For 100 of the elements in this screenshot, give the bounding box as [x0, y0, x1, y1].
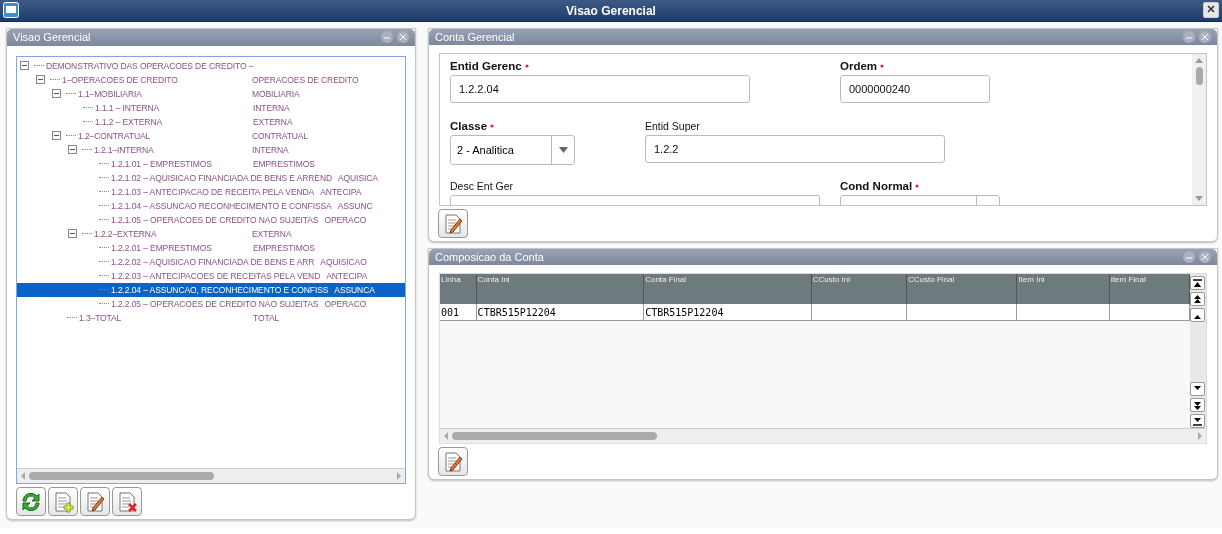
down-arrow-icon [1193, 416, 1202, 426]
panel-title: Composicao da Conta [435, 251, 545, 264]
collapse-icon[interactable] [20, 61, 29, 71]
column-header[interactable]: Item Final [1109, 274, 1190, 305]
window-title: Visao Gerencial [566, 3, 656, 18]
field-label: Classe [450, 120, 495, 133]
field-label: Ordem [840, 60, 885, 73]
tree-node-description: EMPRESTIMOS [253, 242, 315, 253]
required-mark-icon [915, 184, 920, 189]
tree-node-description: OPERACO [324, 298, 367, 309]
tree-node-label[interactable]: DEMONSTRATIVO DAS OPERACOES DE CREDITO – [46, 60, 254, 71]
edit-document-icon [442, 212, 464, 235]
tree-node-description: AQUISICAO [320, 256, 367, 267]
app-icon [3, 2, 19, 18]
tree-node-label[interactable]: 1.2.1.04 – ASSUNCAO RECONHECIMENTO E CONFISSA [111, 200, 332, 211]
page-up-button[interactable] [1190, 292, 1205, 307]
tree-node-description: EXTERNA [253, 116, 293, 127]
column-header[interactable]: CCusto Ini [811, 274, 907, 305]
collapse-icon[interactable] [68, 229, 77, 239]
tree-node-label[interactable]: 1.1–MOBILIARIA [78, 88, 246, 99]
collapse-icon[interactable] [52, 131, 61, 141]
close-button[interactable] [1203, 2, 1219, 18]
scroll-down-button[interactable] [1190, 382, 1205, 396]
refresh-button[interactable] [16, 487, 46, 516]
required-mark-icon [490, 124, 495, 129]
tree-node-label[interactable]: 1.2.2.05 – OPERACOES DE CREDITO NAO SUJEITAS [111, 298, 319, 309]
tree-node-description: INTERNA [252, 144, 289, 155]
up-arrow-icon [1193, 278, 1202, 288]
edit-button[interactable] [438, 209, 468, 238]
tree-node-description: ASSUNCA [334, 284, 375, 295]
page-down-button[interactable] [1190, 398, 1205, 412]
tree-node-label[interactable]: 1.2.1.02 – AQUISICAO FINANCIADA DE BENS E ARREND [111, 172, 332, 183]
tree-node-label[interactable]: 1.2–CONTRATUAL [78, 130, 246, 141]
field-label: Entid Gerenc [450, 60, 529, 73]
close-icon [1202, 253, 1208, 260]
close-icon [1202, 33, 1208, 40]
edit-document-icon [442, 450, 464, 473]
tree-node-description: AQUISICA [338, 172, 378, 183]
tree-node-description: TOTAL [253, 312, 280, 323]
text-field[interactable]: 0000000240 [840, 75, 990, 104]
field-label: Entid Super [645, 120, 700, 133]
tree-node-label[interactable]: 1–OPERACOES DE CREDITO [62, 74, 246, 85]
column-header[interactable]: Conta Final [643, 274, 812, 305]
horizontal-scrollbar[interactable] [17, 468, 405, 483]
scroll-up-button[interactable] [1190, 308, 1205, 323]
tree-node-description: MOBILIARIA [252, 88, 300, 99]
required-mark-icon [880, 64, 885, 69]
required-mark-icon [524, 64, 529, 69]
panel-title: Conta Gerencial [435, 31, 516, 44]
collapse-icon[interactable] [68, 145, 77, 155]
column-header[interactable]: Linha [440, 274, 477, 305]
scroll-top-button[interactable] [1190, 276, 1205, 291]
tree-node-description: ANTECIPA [326, 270, 368, 281]
collapse-icon[interactable] [36, 75, 45, 85]
tree-node-label[interactable]: 1.2.1.03 – ANTECIPACAO DE RECEITA PELA VENDA [111, 186, 315, 197]
up-arrow-icon [1193, 294, 1202, 304]
tree-node-label[interactable]: 1.2.1.05 – OPERACOES DE CREDITO NAO SUJEITAS [111, 214, 319, 225]
text-field[interactable]: 1.2.2.04 [450, 75, 750, 104]
tree-node-label[interactable]: 1.2.1–INTERNA [94, 144, 246, 155]
tree-node-description: OPERACOES DE CREDITO [252, 74, 359, 85]
delete-button[interactable] [112, 487, 142, 516]
selected-tree-row[interactable]: 1.2.2.04 – ASSUNCAO, RECONHECIMENTO E CONFISS ASSUNCA [17, 282, 405, 297]
table-cell: CTBR515P12204 [643, 304, 812, 321]
tree-node-description: CONTRATUAL [252, 130, 308, 141]
tree-node-description: INTERNA [253, 102, 290, 113]
edit-button[interactable] [438, 447, 468, 476]
horizontal-scrollbar[interactable] [440, 428, 1206, 443]
tree-node-description: EMPRESTIMOS [253, 158, 315, 169]
edit-document-icon [84, 490, 106, 513]
delete-document-icon [116, 490, 138, 513]
edit-button[interactable] [80, 487, 110, 516]
scroll-bottom-button[interactable] [1190, 414, 1205, 428]
down-arrow-icon [1193, 400, 1202, 410]
column-header[interactable]: CCusto Final [906, 274, 1017, 305]
tree-node-label[interactable]: 1.2.1.01 – EMPRESTIMOS [111, 158, 247, 169]
tree-node-description: ANTECIPA [320, 186, 362, 197]
tree-node-label[interactable]: 1.2.2.04 – ASSUNCAO, RECONHECIMENTO E CONFISS [111, 284, 329, 295]
text-field[interactable]: 1.2.2 [645, 135, 945, 164]
dropdown[interactable]: 2 - Analitica [450, 135, 575, 166]
field-label: Cond Normal [840, 180, 920, 193]
tree-node-label[interactable]: 1.2.2.03 – ANTECIPACOES DE RECEITAS PELA VEND [111, 270, 321, 281]
tree-node-label[interactable]: 1.1.1 – INTERNA [95, 102, 247, 113]
tree-node-label[interactable]: 1.3–TOTAL [79, 312, 247, 323]
column-header[interactable]: Conta Ini [476, 274, 644, 305]
table-cell: 001 [440, 304, 477, 321]
tree-node-label[interactable]: 1.2.2.02 – AQUISICAO FINANCIADA DE BENS E ARR [111, 256, 315, 267]
collapse-icon[interactable] [52, 89, 61, 99]
dropdown-caret-icon [558, 147, 568, 154]
add-button[interactable] [48, 487, 78, 516]
tree-node-label[interactable]: 1.1.2 – EXTERNA [95, 116, 247, 127]
close-icon [1207, 5, 1215, 13]
close-icon [400, 33, 406, 40]
table-cell: CTBR515P12204 [476, 304, 644, 321]
vertical-scrollbar[interactable] [1192, 54, 1206, 205]
column-header[interactable]: Item Ini [1016, 274, 1110, 305]
tree-node-description: ASSUNC [337, 200, 373, 211]
field-label: Desc Ent Ger [450, 180, 514, 193]
tree-node-label[interactable]: 1.2.2–EXTERNA [94, 228, 246, 239]
add-document-icon [52, 490, 74, 513]
tree-node-label[interactable]: 1.2.2.01 – EMPRESTIMOS [111, 242, 247, 253]
